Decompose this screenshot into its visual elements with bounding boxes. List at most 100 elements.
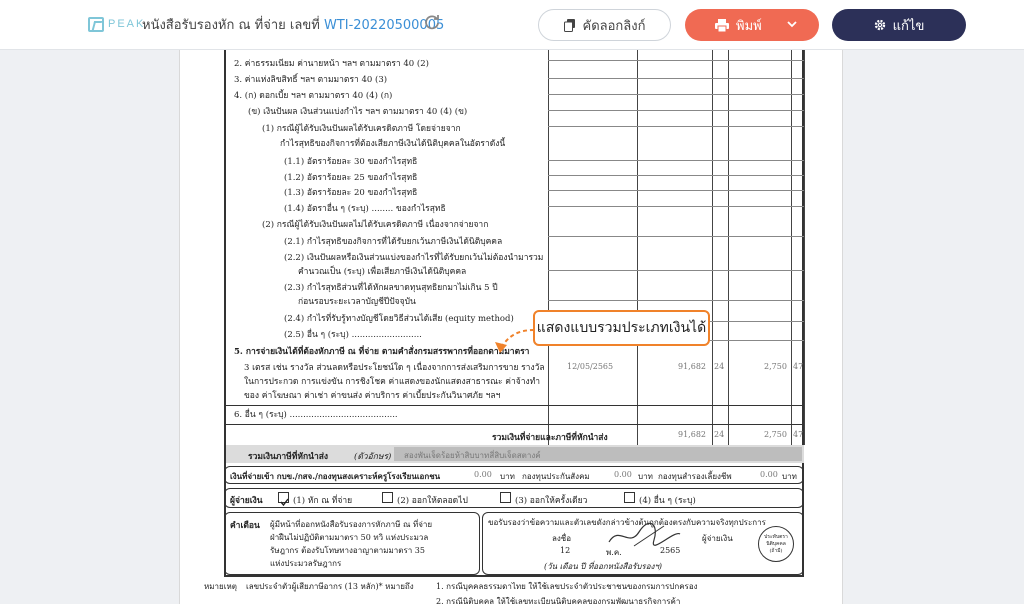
grid-row: [548, 110, 804, 111]
print-label: พิมพ์: [736, 18, 762, 34]
note-text: เลขประจำตัวผู้เสียภาษีอากร (13 หลัก)* หม…: [246, 582, 414, 591]
grid-row: [548, 126, 804, 127]
grid-row: [548, 160, 804, 161]
grid-row: [548, 270, 804, 271]
peak-logo[interactable]: PEAK: [88, 15, 145, 33]
sign-year: 2565: [660, 546, 681, 555]
grid-row: [548, 175, 804, 176]
fund-value-2: 0.00: [614, 470, 632, 479]
note-item: 1. กรณีบุคคลธรรมดาไทย ให้ใช้เลขประจำตัวป…: [436, 582, 698, 591]
form-line: (1.4) อัตราอื่น ๆ (ระบุ) ........ ของกำไ…: [284, 204, 446, 214]
total-label: รวมเงินที่จ่ายและภาษีที่หักนำส่ง: [492, 433, 608, 443]
form-line: 5. การจ่ายเงินได้ที่ต้องหักภาษี ณ ที่จ่า…: [234, 347, 530, 357]
document-title: หนังสือรับรองหัก ณ ที่จ่าย เลขที่ WTI-20…: [142, 14, 444, 35]
note-label: หมายเหตุ: [204, 582, 237, 591]
fund-unit-3: บาท: [782, 472, 797, 481]
payer-sign-label: ผู้จ่ายเงิน: [702, 534, 733, 543]
checkmark-icon: [280, 498, 289, 507]
withholding-tax-form: 2. ค่าธรรมเนียม ค่านายหน้า ฯลฯ ตามมาตรา …: [224, 50, 805, 577]
fund-value-1: 0.00: [474, 470, 492, 479]
grid-row: [548, 78, 804, 79]
logo-icon: [88, 16, 104, 32]
total-amount: 91,682: [678, 430, 706, 439]
grid-row: [226, 424, 804, 425]
total-words-label: รวมเงินภาษีที่หักนำส่ง: [248, 452, 329, 462]
edit-button[interactable]: แก้ไข: [832, 9, 966, 41]
payer-option-2-checkbox[interactable]: [382, 492, 393, 503]
grid-row: [548, 94, 804, 95]
company-stamp: ประทับตรา นิติบุคคล (ถ้ามี): [758, 526, 794, 562]
payer-option-4-checkbox[interactable]: [624, 492, 635, 503]
row5-amount-decimal: 24: [714, 362, 725, 371]
warning-line: แห่งประมวลรัษฎากร: [270, 559, 342, 568]
form-line: (2.2) เงินปันผลหรือเงินส่วนแบ่งของกำไรที…: [284, 253, 544, 263]
printer-icon: [715, 18, 729, 32]
row5-tax-decimal: 47: [793, 362, 804, 371]
warning-line: ผู้มีหน้าที่ออกหนังสือรับรองการหักภาษี ณ…: [270, 520, 433, 529]
form-line: (2.5) อื่น ๆ (ระบุ) ....................…: [284, 330, 422, 340]
warning-line: รัษฎากร ต้องรับโทษทางอาญาตามมาตรา 35: [270, 546, 425, 555]
form-line: (ข) เงินปันผล เงินส่วนแบ่งกำไร ฯลฯ ตามมา…: [248, 107, 468, 117]
total-tax-decimal: 47: [793, 430, 804, 439]
warning-label: คำเตือน: [230, 521, 260, 531]
copy-link-label: คัดลอกลิงก์: [582, 18, 646, 34]
payer-option-3-checkbox[interactable]: [500, 492, 511, 503]
fund-unit-1: บาท: [500, 472, 515, 481]
form-line: ก่อนรอบระยะเวลาบัญชีปีปัจจุบัน: [298, 297, 416, 307]
total-words-hint: (ตัวอักษร): [354, 452, 392, 462]
grid-row: [548, 206, 804, 207]
document-title-label: หนังสือรับรองหัก ณ ที่จ่าย เลขที่: [142, 18, 320, 33]
grid-row: [548, 236, 804, 237]
form-line: 3. ค่าแห่งลิขสิทธิ์ ฯลฯ ตามมาตรา 40 (3): [234, 75, 388, 85]
date-caption: (วัน เดือน ปี ที่ออกหนังสือรับรองฯ): [544, 562, 663, 571]
callout-box: แสดงแบบรวมประเภทเงินได้: [533, 310, 710, 346]
fund-end-label: กองทุนสำรองเลี้ยงชีพ: [658, 472, 732, 481]
total-amount-decimal: 24: [714, 430, 725, 439]
callout-text: แสดงแบบรวมประเภทเงินได้: [536, 320, 707, 336]
warning-line: ฝ่าฝืนไม่ปฏิบัติตามมาตรา 50 ทวิ แห่งประม…: [270, 533, 429, 542]
form-line: (2.1) กำไรสุทธิของกิจการที่ได้รับยกเว้นภ…: [284, 237, 503, 247]
document-preview: 2. ค่าธรรมเนียม ค่านายหน้า ฯลฯ ตามมาตรา …: [179, 50, 843, 604]
row5-tax: 2,750: [764, 362, 787, 371]
form-line: ของ ค่าโฆษณา ค่าเช่า ค่าขนส่ง ค่าบริการ …: [244, 391, 501, 401]
callout-arrow-icon: [495, 329, 535, 353]
total-words-row: รวมเงินภาษีที่หักนำส่ง (ตัวอักษร) สองพัน…: [226, 445, 804, 463]
refresh-icon[interactable]: [424, 14, 440, 30]
note-item: 2. กรณีนิติบุคคล ให้ใช้เลขทะเบียนนิติบุค…: [436, 597, 681, 604]
print-button[interactable]: พิมพ์: [685, 9, 819, 41]
total-words-value: สองพันเจ็ดร้อยห้าสิบบาทสี่สิบเจ็ดสตางค์: [404, 451, 541, 460]
form-line: (1.1) อัตราร้อยละ 30 ของกำไรสุทธิ: [284, 157, 418, 167]
chevron-down-icon[interactable]: [786, 18, 798, 30]
form-line: 6. อื่น ๆ (ระบุ) .......................…: [234, 410, 398, 420]
grid-row: [548, 300, 804, 301]
form-line: (2.4) กำไรที่รับรู้ทางบัญชีโดยวิธีส่วนได…: [284, 314, 514, 324]
stamp-text: ประทับตรา นิติบุคคล (ถ้ามี): [764, 533, 788, 554]
fund-mid-label: กองทุนประกันสังคม: [522, 472, 590, 481]
fund-line-label: เงินที่จ่ายเข้า กบข./กสจ./กองทุนสงเคราะห…: [230, 471, 441, 481]
form-line: (1.3) อัตราร้อยละ 20 ของกำไรสุทธิ: [284, 188, 418, 198]
form-line: (1.2) อัตราร้อยละ 25 ของกำไรสุทธิ: [284, 173, 418, 183]
form-line: ในการประกวด การแข่งขัน การชิงโชค ค่าแสดง…: [244, 377, 541, 387]
payer-option-1-checkbox[interactable]: [278, 492, 289, 507]
payer-option-3: (3) ออกให้ครั้งเดียว: [515, 496, 588, 506]
fund-value-3: 0.00: [760, 470, 778, 479]
grid-row: [548, 190, 804, 191]
logo-text: PEAK: [108, 18, 146, 30]
sign-month: พ.ค.: [606, 548, 622, 557]
form-line: (2.3) กำไรสุทธิส่วนที่ได้หักผลขาดทุนสุทธ…: [284, 283, 498, 293]
form-line: 3 เตรส เช่น รางวัล ส่วนลดหรือประโยชน์ใด …: [244, 363, 545, 373]
row5-amount: 91,682: [678, 362, 706, 371]
copy-icon: [563, 18, 575, 32]
row5-date: 12/05/2565: [567, 362, 614, 371]
gear-icon: [874, 19, 885, 31]
total-tax: 2,750: [764, 430, 787, 439]
column-divider: [804, 50, 805, 445]
payer-option-1: (1) หัก ณ ที่จ่าย: [293, 496, 353, 506]
sign-label: ลงชื่อ: [552, 534, 572, 543]
copy-link-button[interactable]: คัดลอกลิงก์: [538, 9, 671, 41]
form-line: 4. (ก) ดอกเบี้ย ฯลฯ ตามมาตรา 40 (4) (ก): [234, 91, 393, 101]
form-line: (2) กรณีผู้ได้รับเงินปันผลไม่ได้รับเครดิ…: [262, 220, 489, 230]
top-bar: PEAK หนังสือรับรองหัก ณ ที่จ่าย เลขที่ W…: [0, 0, 1024, 50]
total-words-field: สองพันเจ็ดร้อยห้าสิบบาทสี่สิบเจ็ดสตางค์: [394, 447, 802, 461]
form-line: คำนวณเป็น (ระบุ) เพื่อเสียภาษีเงินได้นิต…: [298, 267, 467, 277]
